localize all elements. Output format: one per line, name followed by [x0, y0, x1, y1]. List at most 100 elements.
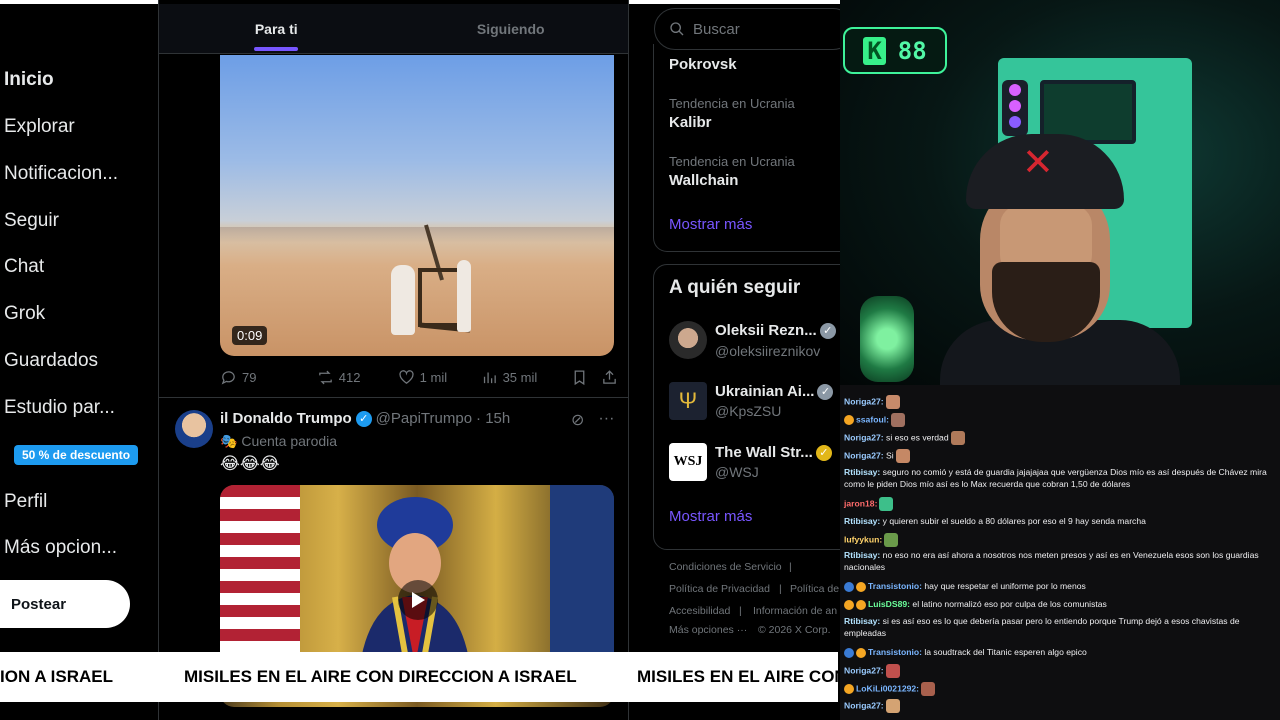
footer-privacy[interactable]: Política de Privacidad	[669, 583, 770, 595]
emote-icon	[885, 664, 900, 678]
show-more-trends[interactable]: Mostrar más	[669, 216, 752, 233]
chat-message: Rtibisay: no eso no era así ahora a noso…	[844, 550, 1259, 572]
play-icon	[412, 592, 425, 608]
trend-item[interactable]: Wallchain	[669, 172, 738, 189]
more-icon[interactable]: ···	[598, 410, 614, 430]
chat-message: Noriga27:	[844, 664, 1268, 678]
like-button[interactable]: 1 mil	[398, 369, 481, 386]
show-more-follow[interactable]: Mostrar más	[669, 508, 752, 525]
footer-ads-info[interactable]: Información de an	[753, 605, 837, 617]
chat-message: ssafoul:	[844, 413, 1268, 427]
reply-button[interactable]: 79	[220, 369, 317, 386]
mod-badge-icon	[844, 581, 854, 592]
mask-icon: 🎭	[220, 433, 238, 449]
play-button[interactable]	[398, 580, 438, 620]
nav-follow[interactable]: Seguir	[4, 210, 59, 232]
divider	[159, 397, 628, 398]
parody-text: Cuenta parodia	[241, 433, 338, 449]
chat-message: Noriga27:	[844, 699, 1268, 713]
avatar[interactable]	[669, 321, 707, 359]
repost-icon	[318, 370, 332, 384]
nav-notifications[interactable]: Notificacion...	[4, 163, 118, 185]
nav-creator-studio[interactable]: Estudio par...	[4, 397, 115, 419]
verified-icon: ✓	[819, 322, 836, 339]
chat-message: Rtibisay: y quieren subir el sueldo a 80…	[844, 516, 1146, 526]
chat-message: Rtibisay: seguro no comió y está de guar…	[844, 467, 1267, 489]
suggestion-name[interactable]: Ukrainian Ai... ✓	[715, 383, 834, 400]
footer-terms[interactable]: Condiciones de Servicio	[669, 561, 782, 573]
footer-separator: |	[779, 583, 782, 595]
footer-more-options[interactable]: Más opciones ···	[669, 624, 747, 636]
chat-message: lufyykun:	[844, 533, 1268, 547]
tweet-text: 😂😂😂	[220, 454, 280, 473]
timeline-tabs: Para ti Siguiendo	[159, 4, 628, 54]
trident-icon[interactable]: Ψ	[669, 382, 707, 420]
share-button[interactable]	[601, 369, 618, 386]
views-button[interactable]: 35 mil	[481, 369, 572, 386]
wsj-logo-icon[interactable]: WSJ	[669, 443, 707, 481]
who-to-follow-title: A quién seguir	[669, 277, 801, 298]
chat-message: Noriga27: Si	[844, 449, 1268, 463]
stream-counter-badge: K 88	[843, 27, 947, 74]
tab-following[interactable]: Siguiendo	[394, 4, 629, 53]
views-icon	[483, 372, 496, 383]
verified-gold-icon: ✓	[815, 444, 832, 461]
timeline: Para ti Siguiendo 0:09 79 412 1 mil 35 m…	[158, 0, 629, 720]
author-handle[interactable]: @PapiTrumpo	[376, 410, 472, 427]
search-placeholder: Buscar	[693, 20, 740, 38]
verified-icon: ✓	[355, 410, 372, 427]
avatar[interactable]	[175, 410, 213, 448]
suggestion-name[interactable]: The Wall Str... ✓	[715, 444, 832, 461]
sub-badge-icon	[856, 647, 866, 658]
repost-button[interactable]: 412	[317, 369, 398, 386]
footer-accessibility[interactable]: Accesibilidad	[669, 605, 730, 617]
chat-message: Noriga27:	[844, 395, 1268, 409]
webcam-feed: ✕ K 88	[840, 0, 1280, 385]
nav-profile[interactable]: Perfil	[4, 491, 47, 513]
nav-bookmarks[interactable]: Guardados	[4, 350, 98, 372]
sub-badge-icon	[844, 415, 854, 425]
nav-grok[interactable]: Grok	[4, 303, 45, 325]
sub-badge-icon	[856, 599, 866, 610]
tweet-author: il Donaldo Trumpo ✓ @PapiTrumpo · 15h	[220, 410, 510, 427]
blue-flag	[550, 485, 614, 665]
footer-cookie-policy[interactable]: Política de	[790, 583, 839, 595]
post-button[interactable]: Postear	[0, 580, 130, 628]
ticker-text: MISILES EN EL AIRE CON	[637, 667, 838, 686]
author-name[interactable]: il Donaldo Trumpo	[220, 410, 352, 427]
footer-separator: |	[789, 561, 792, 573]
bookmark-button[interactable]	[571, 369, 601, 386]
nav-home[interactable]: Inicio	[4, 69, 54, 91]
suggestion-name-text: Oleksii Rezn...	[715, 322, 817, 339]
emote-icon	[884, 533, 899, 547]
mod-badge-icon	[844, 647, 854, 658]
footer-copyright: © 2026 X Corp.	[758, 624, 831, 636]
left-sidebar: Inicio Explorar Notificacion... Seguir C…	[0, 0, 158, 720]
nav-chat[interactable]: Chat	[4, 256, 44, 278]
trend-item[interactable]: Pokrovsk	[669, 56, 737, 73]
like-count: 1 mil	[419, 369, 448, 385]
emote-icon	[890, 413, 905, 427]
suggestion-name[interactable]: Oleksii Rezn... ✓	[715, 322, 836, 339]
views-count: 35 mil	[502, 369, 538, 385]
grok-icon[interactable]: ⊘	[571, 410, 584, 430]
chat-message: Transistonio: hay que respetar el unifor…	[844, 580, 1268, 592]
parody-label: 🎭 Cuenta parodia	[220, 433, 337, 450]
nav-explore[interactable]: Explorar	[4, 116, 75, 138]
emote-icon	[921, 682, 936, 696]
video-thumbnail[interactable]: 0:09	[220, 55, 614, 356]
kick-logo-icon: K	[863, 36, 886, 65]
news-ticker: ION A ISRAEL MISILES EN EL AIRE CON DIRE…	[0, 652, 838, 702]
chat-message: LoKiLi0021292:	[844, 682, 1268, 696]
suggestion-name-text: Ukrainian Ai...	[715, 383, 815, 400]
discount-badge[interactable]: 50 % de descuento	[14, 445, 139, 465]
heart-icon	[399, 369, 414, 384]
nav-more-options[interactable]: Más opcion...	[4, 537, 117, 559]
bookmark-icon	[575, 369, 585, 385]
tab-for-you[interactable]: Para ti	[159, 4, 394, 53]
machine-lights	[1002, 80, 1028, 136]
tweet-menu: ⊘ ···	[571, 410, 614, 430]
trend-item[interactable]: Kalibr	[669, 114, 712, 131]
chat-message: Noriga27: si eso es verdad	[844, 431, 1268, 445]
suggestion-handle: @oleksiireznikov	[715, 343, 821, 359]
